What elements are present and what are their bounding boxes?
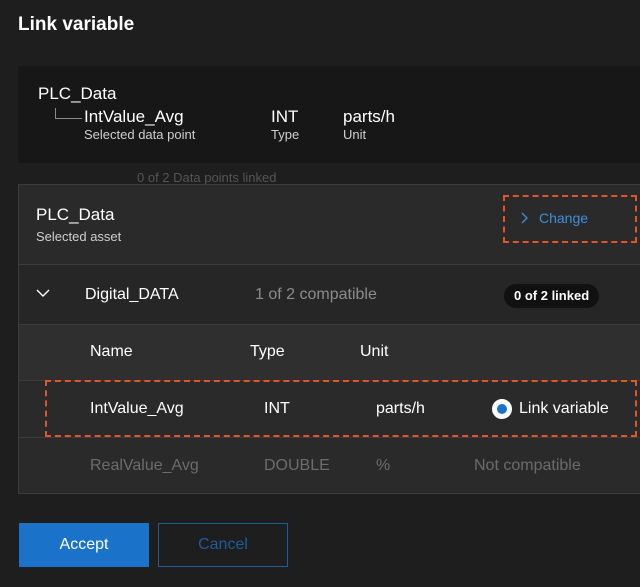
column-header-type: Type [250,343,285,360]
asset-label: Selected asset [36,229,122,244]
highlight-box-row [45,380,637,437]
group-name: Digital_DATA [85,286,179,303]
datapoint-name-column: IntValue_Avg Selected data point [84,107,195,143]
group-row[interactable]: Digital_DATA 1 of 2 compatible 0 of 2 li… [19,264,640,325]
datapoint-type-column: INT Type [271,107,299,143]
datapoint-unit: parts/h [343,107,395,126]
accept-button[interactable]: Accept [19,523,149,567]
column-header-unit: Unit [360,343,389,360]
linked-count-badge: 0 of 2 linked [504,284,600,308]
row-name: RealValue_Avg [90,457,199,474]
row-unit: % [376,457,391,474]
asset-name: PLC_Data [36,205,115,224]
datapoint-name: IntValue_Avg [84,107,184,126]
datapoint-unit-column: parts/h Unit [343,107,395,143]
column-header-name: Name [90,343,133,360]
table-header: Name Type Unit [19,324,640,380]
datapoint-type: INT [271,107,299,126]
datapoint-unit-label: Unit [343,127,367,142]
group-compatible-count: 1 of 2 compatible [255,286,377,303]
dialog-title: Link variable [18,14,135,35]
datapoint-name-label: Selected data point [84,127,196,142]
selected-datapoint-panel: PLC_Data IntValue_Avg Selected data poin… [18,66,640,163]
tree-connector-icon [55,108,82,119]
row-status: Not compatible [474,457,581,474]
linked-count-background-text: 0 of 2 Data points linked [137,170,277,184]
table-row: RealValue_Avg DOUBLE % Not compatible [19,437,640,493]
row-type: DOUBLE [264,457,330,474]
datapoint-type-label: Type [271,127,300,142]
datapoint-parent: PLC_Data [38,84,117,103]
chevron-down-icon[interactable] [36,286,50,300]
highlight-box-change [503,195,637,243]
cancel-button[interactable]: Cancel [158,523,288,567]
